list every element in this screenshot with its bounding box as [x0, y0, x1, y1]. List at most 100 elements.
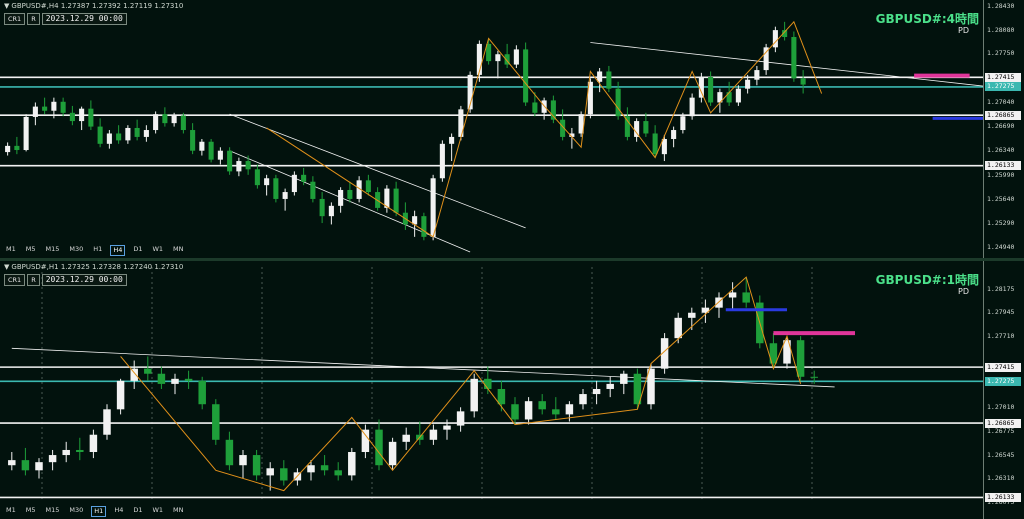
candle-body [180, 115, 186, 131]
candle-body [280, 468, 288, 481]
price-tick: 1.24940 [987, 242, 1015, 251]
candle-body [579, 394, 587, 405]
candle-body [688, 312, 696, 318]
tf-mn-button[interactable]: MN [171, 245, 185, 256]
candle-body [671, 130, 677, 139]
candle-body [310, 181, 316, 199]
candle-body [69, 112, 75, 122]
candle-body [48, 455, 57, 463]
candle-body [338, 189, 344, 206]
candle-body [97, 126, 103, 144]
candle-body [32, 106, 38, 117]
tf-m1-button[interactable]: M1 [4, 506, 18, 517]
chart-title: GBPUSD#:4時間 [875, 12, 979, 26]
candle-body [217, 150, 223, 160]
price-label: 1.27415 [985, 72, 1021, 82]
candle-body [254, 169, 260, 186]
candle-body [5, 145, 11, 153]
candle-body [796, 340, 805, 377]
price-tick: 1.27710 [987, 332, 1015, 341]
candle-body [449, 136, 455, 144]
candle-body [470, 378, 478, 412]
r-button[interactable]: R [27, 274, 40, 286]
datetime-box[interactable]: 2023.12.29 00:00 [41, 274, 127, 286]
candle-body [153, 114, 159, 131]
h1-chart-pane[interactable]: ▼ GBPUSD#,H1 1.27325 1.27328 1.27240 1.27… [0, 261, 1024, 519]
h4-plot-area[interactable] [0, 0, 984, 258]
h1-plot-area[interactable] [0, 261, 984, 519]
tf-w1-button[interactable]: W1 [150, 245, 165, 256]
candle-body [772, 30, 778, 48]
candle-body [319, 198, 325, 217]
candle-body [523, 49, 529, 103]
collapse-triangle-icon[interactable]: ▼ [4, 2, 9, 10]
price-label: 1.26865 [985, 418, 1021, 428]
candle-body [388, 441, 397, 466]
candle-body [198, 380, 206, 405]
candle-body [652, 133, 658, 155]
h4-chart-pane[interactable]: ▼ GBPUSD#,H4 1.27387 1.27392 1.27119 1.27… [0, 0, 1024, 258]
tf-mn-button[interactable]: MN [171, 506, 185, 517]
candle-body [227, 150, 233, 172]
price-label: 1.26865 [985, 110, 1021, 120]
candle-body [273, 178, 279, 199]
candle-body [282, 192, 288, 199]
price-tick: 1.26775 [987, 427, 1015, 436]
tf-m5-button[interactable]: M5 [24, 506, 38, 517]
candle-body [742, 292, 750, 303]
price-axis[interactable]: 1.28430 1.28080 1.27750 1.274151.27275 1.270… [983, 0, 1024, 258]
tf-h4-button[interactable]: H4 [110, 245, 126, 256]
candle-body [456, 411, 465, 426]
r-button[interactable]: R [27, 13, 40, 25]
candle-body [307, 465, 315, 473]
candle-body [171, 378, 179, 384]
candle-body [347, 189, 353, 199]
candle-body [597, 71, 603, 82]
candle-body [103, 409, 111, 435]
tf-m5-button[interactable]: M5 [24, 245, 38, 256]
candle-body [375, 429, 383, 466]
candle-body [497, 388, 506, 405]
tf-h1-button[interactable]: H1 [91, 245, 104, 256]
cr1-button[interactable]: CR1 [4, 13, 26, 25]
tf-h1-button[interactable]: H1 [91, 506, 107, 517]
candle-body [130, 368, 138, 381]
candle-body [35, 462, 43, 471]
candle-body [225, 439, 234, 466]
candle-body [810, 376, 818, 378]
price-label: 1.27275 [985, 376, 1021, 386]
collapse-triangle-icon[interactable]: ▼ [4, 263, 9, 271]
tf-w1-button[interactable]: W1 [150, 506, 165, 517]
candle-body [348, 452, 356, 476]
candle-body [552, 409, 560, 415]
candle-body [624, 116, 630, 137]
candle-body [429, 429, 438, 440]
price-axis[interactable]: 1.28175 1.27945 1.27710 1.27415 1.27275 1.270… [983, 261, 1024, 519]
tf-d1-button[interactable]: D1 [131, 506, 144, 517]
candle-body [252, 455, 261, 476]
candle-body [212, 404, 220, 440]
timeframe-bar: M1 M5 M15 M30 H1 H4 D1 W1 MN [4, 245, 186, 256]
tf-d1-button[interactable]: D1 [131, 245, 144, 256]
candle-body [21, 460, 30, 471]
tf-m15-button[interactable]: M15 [44, 245, 62, 256]
candle-body [116, 380, 125, 410]
candle-body [334, 470, 342, 476]
candle-body [532, 102, 538, 113]
price-tick: 1.26545 [987, 450, 1015, 459]
cr1-button[interactable]: CR1 [4, 274, 26, 286]
trendline [229, 113, 526, 229]
candle-body [606, 383, 614, 389]
candle-body [162, 114, 168, 124]
tf-h4-button[interactable]: H4 [112, 506, 125, 517]
tf-m1-button[interactable]: M1 [4, 245, 18, 256]
candle-body [144, 368, 152, 374]
tf-m30-button[interactable]: M30 [67, 506, 85, 517]
candle-body [620, 373, 628, 384]
candle-body [524, 401, 533, 420]
tf-m15-button[interactable]: M15 [44, 506, 62, 517]
tf-m30-button[interactable]: M30 [67, 245, 85, 256]
price-label: 1.27275 [985, 82, 1021, 92]
candle-body [361, 429, 370, 453]
datetime-box[interactable]: 2023.12.29 00:00 [41, 13, 127, 25]
